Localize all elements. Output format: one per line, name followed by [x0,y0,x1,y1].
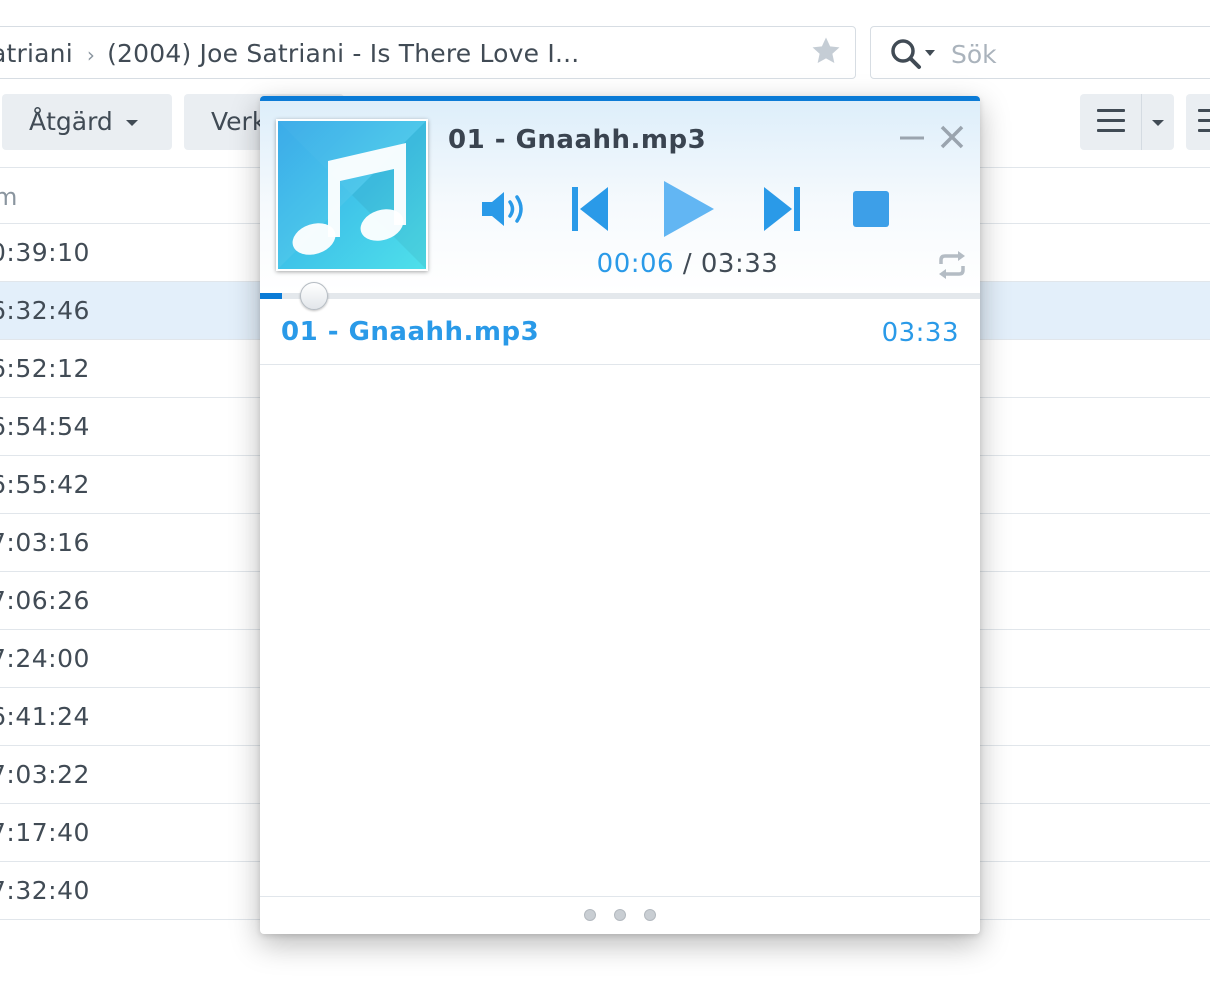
modified-time-cell: 7:17:40 [0,818,90,847]
chevron-down-icon [126,120,138,126]
sort-icon [1198,109,1210,133]
audio-player-window: 01 - Gnaahh.mp3 00:06 / 03:33 01 - Gnaah… [260,96,980,934]
stop-icon[interactable] [852,190,890,228]
resize-dot[interactable] [644,909,656,921]
modified-time-cell: 0:39:10 [0,238,90,267]
resize-dot[interactable] [614,909,626,921]
resize-dot[interactable] [584,909,596,921]
breadcrumb-item-artist[interactable]: atriani [0,39,73,68]
close-icon[interactable] [938,123,966,151]
chevron-down-icon[interactable] [925,49,935,57]
breadcrumb-item-album[interactable]: (2004) Joe Satriani - Is There Love I... [107,39,579,68]
current-time: 00:06 [596,249,675,279]
star-icon[interactable] [809,34,843,68]
list-view-icon [1097,109,1125,133]
sort-button[interactable] [1186,94,1210,150]
volume-icon[interactable] [480,189,530,229]
divider [1141,94,1142,150]
view-mode-button[interactable] [1080,94,1174,150]
action-button[interactable]: Åtgärd [2,94,172,150]
progress-fill [260,293,282,299]
modified-time-cell: 7:24:00 [0,644,90,673]
search-input[interactable] [943,27,1210,80]
player-footer [260,896,980,934]
search-box: Sök [870,26,1210,80]
playlist-item[interactable]: 01 - Gnaahh.mp3 03:33 [260,301,980,365]
breadcrumb: atriani › (2004) Joe Satriani - Is There L… [0,26,856,79]
player-header: 01 - Gnaahh.mp3 00:06 / 03:33 [260,101,980,294]
skip-next-icon[interactable] [762,185,802,233]
playlist-item-name: 01 - Gnaahh.mp3 [281,317,540,347]
column-header-modified[interactable]: m [0,183,17,211]
modified-time-cell: 6:55:42 [0,470,90,499]
modified-time-cell: 7:32:40 [0,876,90,905]
modified-time-cell: 6:41:24 [0,702,90,731]
repeat-icon[interactable] [936,250,968,280]
playlist-item-duration: 03:33 [881,318,959,348]
modified-time-cell: 7:03:16 [0,528,90,557]
modified-time-cell: 7:06:26 [0,586,90,615]
modified-time-cell: 6:54:54 [0,412,90,441]
time-separator: / [682,249,693,279]
breadcrumb-separator-icon: › [86,43,96,67]
search-icon[interactable] [889,37,923,71]
action-button-label: Åtgärd [29,107,113,136]
total-time: 03:33 [700,249,779,279]
breadcrumb-path: atriani › (2004) Joe Satriani - Is There L… [0,39,579,68]
time-display: 00:06 / 03:33 [260,249,980,279]
modified-time-cell: 7:03:22 [0,760,90,789]
play-icon[interactable] [662,179,716,239]
tools-button-label: Verk [211,107,267,136]
chevron-down-icon[interactable] [1152,120,1164,126]
modified-time-cell: 6:52:12 [0,354,90,383]
progress-track[interactable] [260,293,980,299]
track-title: 01 - Gnaahh.mp3 [448,125,707,155]
minimize-icon[interactable] [898,123,926,151]
music-note-icon [278,121,426,269]
playlist: 01 - Gnaahh.mp3 03:33 [260,301,980,365]
modified-time-cell: 6:32:46 [0,296,90,325]
skip-previous-icon[interactable] [570,185,610,233]
